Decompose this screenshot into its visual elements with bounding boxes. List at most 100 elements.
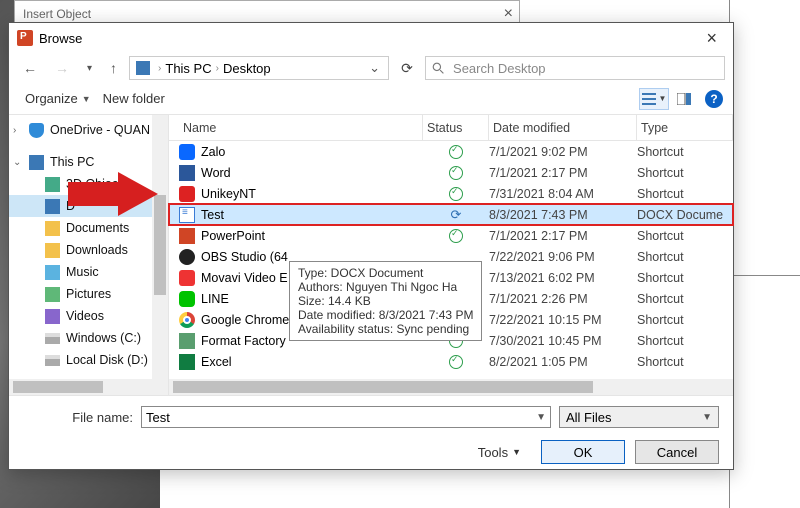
file-row[interactable]: Word7/1/2021 2:17 PMShortcut: [169, 162, 733, 183]
nav-desktop[interactable]: D: [9, 195, 168, 217]
nav-music[interactable]: Music: [9, 261, 168, 283]
col-name[interactable]: Name: [179, 115, 423, 140]
file-date: 7/1/2021 2:26 PM: [489, 292, 637, 306]
col-status[interactable]: Status: [423, 115, 489, 140]
file-name: LINE: [201, 292, 229, 306]
folder-icon: [45, 177, 60, 192]
browse-dialog: Browse × ← → ▾ ↑ › This PC › Desktop ⌄ ⟳…: [8, 22, 734, 470]
file-icon: [179, 186, 195, 202]
chevron-down-icon[interactable]: ▼: [536, 412, 546, 423]
videos-icon: [45, 309, 60, 324]
file-name: UnikeyNT: [201, 187, 256, 201]
tooltip-line: Size: 14.4 KB: [298, 294, 473, 308]
status-ok-icon: [449, 145, 463, 159]
scrollbar-thumb[interactable]: [173, 381, 593, 393]
dialog-body: ›OneDrive - QUAN ⌄This PC 3D Objects D D…: [9, 115, 733, 395]
chevron-right-icon[interactable]: ›: [154, 63, 165, 74]
file-name: Format Factory: [201, 334, 286, 348]
breadcrumb-root[interactable]: This PC: [165, 61, 211, 76]
close-icon[interactable]: ×: [504, 5, 513, 23]
refresh-button[interactable]: ⟳: [395, 56, 419, 80]
status-ok-icon: [449, 355, 463, 369]
chevron-right-icon[interactable]: ›: [13, 125, 16, 136]
desktop-icon: [45, 199, 60, 214]
file-row[interactable]: PowerPoint7/1/2021 2:17 PMShortcut: [169, 225, 733, 246]
up-button[interactable]: ↑: [104, 60, 123, 76]
chevron-down-icon[interactable]: ⌄: [365, 60, 384, 76]
tooltip-line: Type: DOCX Document: [298, 266, 473, 280]
onedrive-icon: [29, 123, 44, 138]
file-name: Excel: [201, 355, 232, 369]
file-date: 7/22/2021 10:15 PM: [489, 313, 637, 327]
nav-drive-d[interactable]: Local Disk (D:): [9, 349, 168, 371]
tooltip-line: Authors: Nguyen Thi Ngoc Ha: [298, 280, 473, 294]
file-list-pane: Name Status Date modified Type Zalo7/1/2…: [169, 115, 733, 395]
file-type: Shortcut: [637, 187, 733, 201]
pc-icon: [29, 155, 44, 170]
file-type: Shortcut: [637, 355, 733, 369]
dialog-footer: File name: Test ▼ All Files ▼ Tools▼ OK …: [9, 395, 733, 476]
back-button[interactable]: ←: [17, 60, 43, 76]
file-date: 7/1/2021 2:17 PM: [489, 229, 637, 243]
column-headers[interactable]: Name Status Date modified Type: [169, 115, 733, 141]
nav-onedrive[interactable]: ›OneDrive - QUAN: [9, 119, 168, 141]
nav-documents[interactable]: Documents: [9, 217, 168, 239]
status-ok-icon: [449, 229, 463, 243]
canvas-guide: [730, 275, 800, 276]
file-name: Test: [201, 208, 224, 222]
search-icon: [432, 62, 445, 75]
nav-pictures[interactable]: Pictures: [9, 283, 168, 305]
nav-drive-c[interactable]: Windows (C:): [9, 327, 168, 349]
organize-menu[interactable]: Organize▼: [19, 87, 97, 110]
chevron-right-icon[interactable]: ›: [212, 63, 223, 74]
status-ok-icon: [449, 187, 463, 201]
view-mode-button[interactable]: ▼: [639, 88, 669, 110]
drive-icon: [45, 355, 60, 366]
scrollbar-horizontal[interactable]: [169, 379, 733, 395]
filename-label: File name:: [23, 410, 133, 425]
nav-3d-objects[interactable]: 3D Objects: [9, 173, 168, 195]
scrollbar-vertical[interactable]: [152, 115, 168, 395]
scrollbar-thumb[interactable]: [13, 381, 103, 393]
tools-menu[interactable]: Tools▼: [478, 445, 521, 460]
file-date: 7/30/2021 10:45 PM: [489, 334, 637, 348]
nav-this-pc[interactable]: ⌄This PC: [9, 151, 168, 173]
chevron-down-icon: ▼: [659, 94, 667, 103]
col-date[interactable]: Date modified: [489, 115, 637, 140]
recent-dropdown[interactable]: ▾: [81, 63, 98, 74]
nav-videos[interactable]: Videos: [9, 305, 168, 327]
file-date: 8/2/2021 1:05 PM: [489, 355, 637, 369]
nav-downloads[interactable]: Downloads: [9, 239, 168, 261]
col-type[interactable]: Type: [637, 115, 733, 140]
file-icon: [179, 228, 195, 244]
file-row[interactable]: UnikeyNT7/31/2021 8:04 AMShortcut: [169, 183, 733, 204]
file-name: Word: [201, 166, 231, 180]
titlebar: Browse ×: [9, 23, 733, 53]
file-type-filter[interactable]: All Files ▼: [559, 406, 719, 428]
cancel-button[interactable]: Cancel: [635, 440, 719, 464]
ok-button[interactable]: OK: [541, 440, 625, 464]
file-row[interactable]: Excel 8/2/2021 1:05 PMShortcut: [169, 351, 733, 372]
close-button[interactable]: ×: [698, 28, 725, 49]
navigation-pane[interactable]: ›OneDrive - QUAN ⌄This PC 3D Objects D D…: [9, 115, 169, 395]
scrollbar-thumb[interactable]: [154, 195, 166, 295]
forward-button[interactable]: →: [49, 60, 75, 76]
file-date: 7/1/2021 2:17 PM: [489, 166, 637, 180]
file-date: 7/13/2021 6:02 PM: [489, 271, 637, 285]
file-date: 8/3/2021 7:43 PM: [489, 208, 637, 222]
file-icon: [179, 354, 195, 370]
help-button[interactable]: ?: [705, 90, 723, 108]
file-row[interactable]: Test⟳8/3/2021 7:43 PMDOCX Docume: [169, 204, 733, 225]
new-folder-button[interactable]: New folder: [97, 87, 171, 110]
preview-pane-button[interactable]: [669, 88, 699, 110]
breadcrumb-folder[interactable]: Desktop: [223, 61, 271, 76]
chevron-down-icon[interactable]: ▼: [702, 412, 712, 423]
file-type: Shortcut: [637, 145, 733, 159]
breadcrumb[interactable]: › This PC › Desktop ⌄: [129, 56, 389, 80]
scrollbar-horizontal[interactable]: [9, 379, 152, 395]
search-input[interactable]: Search Desktop: [425, 56, 725, 80]
filename-input[interactable]: Test ▼: [141, 406, 551, 428]
chevron-down-icon[interactable]: ⌄: [13, 157, 21, 168]
file-row[interactable]: Zalo7/1/2021 9:02 PMShortcut: [169, 141, 733, 162]
file-type: Shortcut: [637, 271, 733, 285]
